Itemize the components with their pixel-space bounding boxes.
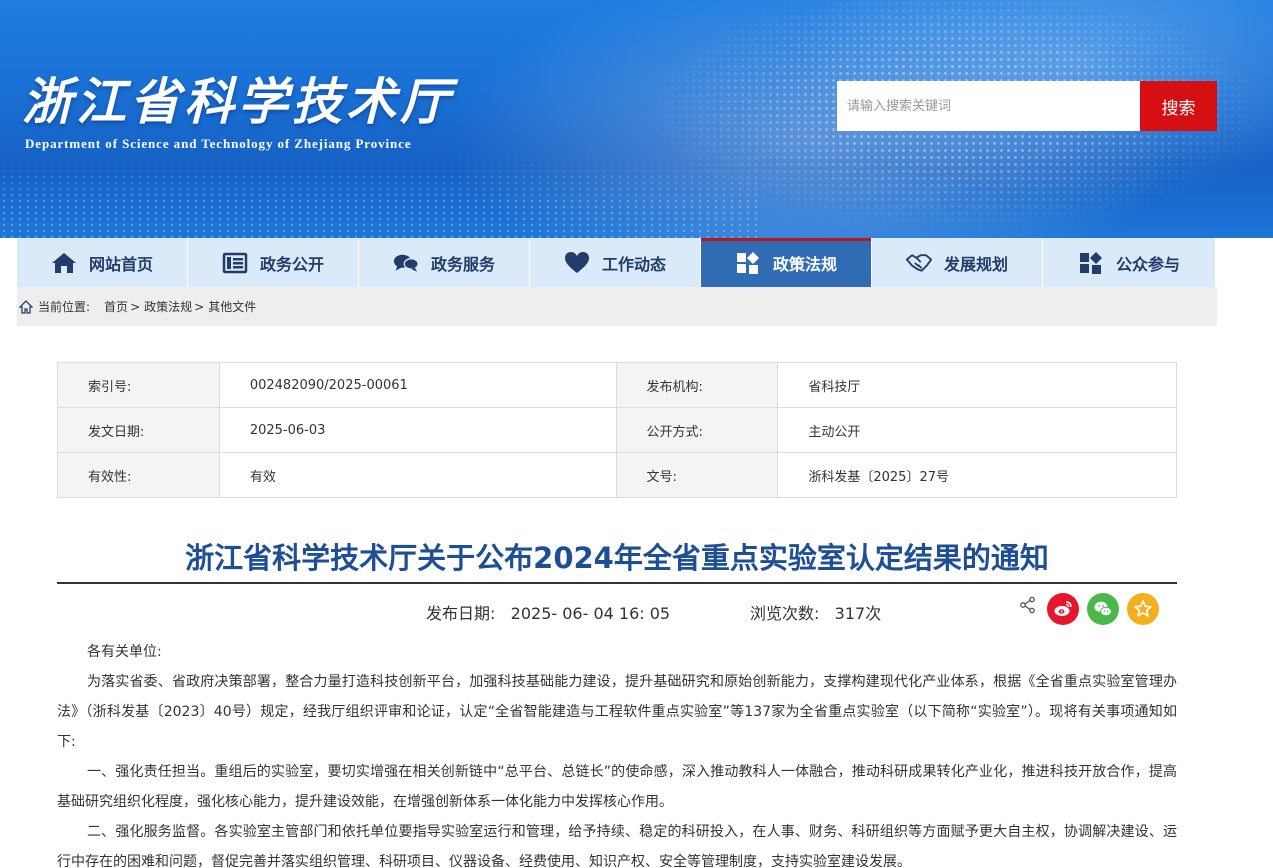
publish-date-value: 2025- 06- 04 16: 05	[510, 604, 671, 623]
search-input[interactable]	[837, 81, 1140, 131]
nav-item-public-participation[interactable]: 公众参与	[1043, 238, 1215, 287]
search-button[interactable]: 搜索	[1140, 81, 1217, 131]
main-nav: 网站首页 政务公开 政务服务 工作动态 政策法规 发展规划 公众参与	[17, 238, 1217, 287]
wechat-icon	[1094, 601, 1112, 617]
table-row: 索引号: 002482090/2025-00061 发布机构: 省科技厅	[57, 362, 1177, 408]
meta-org-value: 省科技厅	[777, 362, 1177, 408]
meta-validity-value: 有效	[218, 452, 617, 498]
view-count-value: 317次	[834, 604, 882, 623]
nav-item-home[interactable]: 网站首页	[17, 238, 188, 287]
share-weibo-button[interactable]	[1047, 593, 1079, 625]
article-paragraph: 一、强化责任担当。重组后的实验室，要切实增强在相关创新链中“总平台、总链长”的使…	[57, 764, 1177, 810]
heart-icon	[564, 251, 590, 275]
article-title: 浙江省科学技术厅关于公布2024年全省重点实验室认定结果的通知	[185, 541, 1049, 575]
breadcrumb-separator: >	[194, 299, 205, 314]
nav-item-policies[interactable]: 政策法规	[701, 238, 872, 287]
nav-item-label: 政务服务	[430, 254, 495, 274]
site-banner: 浙江省科学技术厅 Department of Science and Techn…	[0, 0, 1273, 238]
view-count-label: 浏览次数:	[750, 604, 820, 623]
table-row: 有效性: 有效 文号: 浙科发基〔2025〕27号	[57, 452, 1177, 498]
nav-item-work-updates[interactable]: 工作动态	[530, 238, 701, 287]
breadcrumb-link-policies[interactable]: 政策法规	[144, 298, 192, 315]
meta-doc-no-value: 浙科发基〔2025〕27号	[777, 452, 1177, 498]
nav-item-label: 发展规划	[943, 254, 1008, 274]
chat-bubbles-icon	[393, 251, 419, 275]
meta-date-value: 2025-06-03	[218, 407, 617, 453]
view-count: 浏览次数: 317次	[750, 600, 881, 624]
wave-dots-decoration	[0, 150, 760, 238]
meta-mode-label: 公开方式:	[615, 407, 779, 453]
nav-item-government-affairs[interactable]: 政务公开	[188, 238, 359, 287]
list-icon	[222, 251, 248, 275]
meta-date-label: 发文日期:	[57, 407, 220, 453]
nav-item-development-planning[interactable]: 发展规划	[872, 238, 1043, 287]
article-body: 各有关单位: 为落实省委、省政府决策部署，整合力量打造科技创新平台，加强科技基础…	[57, 637, 1177, 868]
meta-validity-label: 有效性:	[57, 452, 220, 498]
breadcrumb: 当前位置: 首页 > 政策法规 > 其他文件	[17, 287, 1217, 326]
table-row: 发文日期: 2025-06-03 公开方式: 主动公开	[57, 407, 1177, 453]
nav-item-label: 政务公开	[259, 254, 324, 274]
policy-icon	[735, 251, 761, 275]
nav-item-label: 政策法规	[772, 254, 837, 274]
publish-date: 发布日期: 2025- 06- 04 16: 05	[426, 600, 670, 624]
location-home-icon	[19, 299, 33, 314]
site-logo-subtitle: Department of Science and Technology of …	[25, 136, 412, 151]
meta-org-label: 发布机构:	[615, 362, 779, 408]
document-meta-table: 索引号: 002482090/2025-00061 发布机构: 省科技厅 发文日…	[57, 362, 1177, 498]
site-logo-title[interactable]: 浙江省科学技术厅	[22, 62, 454, 134]
meta-mode-value: 主动公开	[777, 407, 1177, 453]
share-icon[interactable]	[1019, 596, 1037, 614]
nav-item-label: 网站首页	[88, 254, 153, 274]
favorite-button[interactable]	[1127, 593, 1159, 625]
participation-icon	[1078, 251, 1104, 275]
breadcrumb-separator: >	[130, 299, 141, 314]
breadcrumb-link-other-files[interactable]: 其他文件	[208, 298, 256, 315]
meta-doc-no-label: 文号:	[615, 452, 779, 498]
meta-index-value: 002482090/2025-00061	[218, 362, 617, 408]
favorite-star-icon	[1134, 600, 1152, 617]
nav-item-government-services[interactable]: 政务服务	[359, 238, 530, 287]
article-paragraph: 二、强化服务监督。各实验室主管部门和依托单位要指导实验室运行和管理，给予持续、稳…	[57, 824, 1177, 868]
publish-date-label: 发布日期:	[426, 604, 496, 623]
article-paragraph: 为落实省委、省政府决策部署，整合力量打造科技创新平台，加强科技基础能力建设，提升…	[57, 674, 1177, 750]
breadcrumb-link-home[interactable]: 首页	[104, 298, 128, 315]
home-icon	[51, 251, 77, 275]
article-greeting: 各有关单位:	[87, 644, 162, 660]
share-wechat-button[interactable]	[1087, 593, 1119, 625]
title-divider	[57, 582, 1177, 584]
breadcrumb-label: 当前位置:	[38, 300, 91, 314]
nav-item-label: 工作动态	[601, 254, 666, 274]
weibo-icon	[1054, 601, 1072, 616]
meta-index-label: 索引号:	[57, 362, 220, 408]
search-box: 搜索	[837, 81, 1217, 131]
nav-item-label: 公众参与	[1115, 254, 1180, 274]
handshake-icon	[905, 251, 932, 275]
